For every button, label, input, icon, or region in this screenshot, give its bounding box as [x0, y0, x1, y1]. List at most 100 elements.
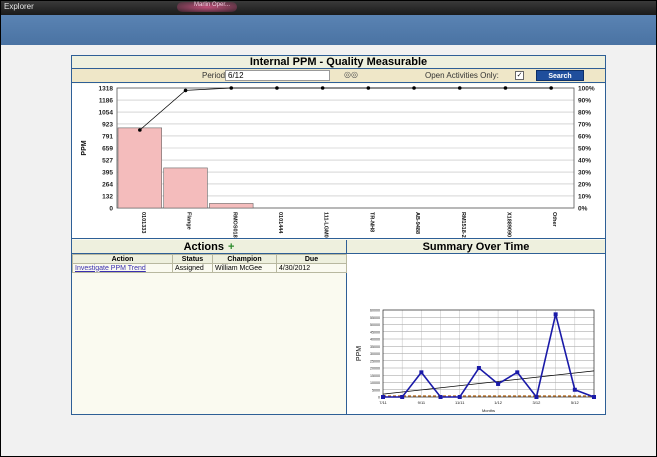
x-axis-label: Months — [482, 408, 495, 413]
series-point — [553, 312, 558, 317]
y-tick-label: 20000 — [370, 367, 380, 371]
series-point — [496, 381, 501, 386]
x-tick-label: 1/12 — [494, 400, 503, 405]
x-tick-label: 111-LGM0 — [323, 212, 329, 238]
y-tick-label: 10000 — [370, 381, 380, 385]
series-point — [400, 395, 405, 399]
cumulative-point — [503, 86, 508, 90]
y-tick-label: 55000 — [370, 316, 380, 320]
y-axis-label: PPM — [81, 140, 88, 155]
search-button[interactable]: Search — [536, 70, 584, 81]
x-tick-label: 0101444 — [277, 212, 283, 234]
action-link[interactable]: Investigate PPM Trend — [75, 265, 146, 272]
series-point — [457, 395, 462, 399]
pareto-chart: 0 132 264 395 527 659 791 923 1054 1186 1318 0% 10% 2… — [72, 84, 605, 239]
y-tick-label: 132 — [102, 193, 113, 200]
series-point — [534, 395, 539, 399]
y2-tick-label: 20% — [578, 182, 591, 189]
series-point — [438, 395, 443, 399]
y2-tick-label: 10% — [578, 194, 591, 201]
series-point — [476, 366, 481, 370]
y-tick-label: 35000 — [370, 345, 380, 349]
period-label: Period: — [202, 71, 228, 80]
table-header-row: Action Status Champion Due — [72, 254, 347, 264]
x-tick-label: RM1518-2 — [460, 212, 466, 238]
due-cell: 4/30/2012 — [276, 263, 347, 273]
series-point — [572, 387, 577, 392]
x-tick-label: 3/12 — [533, 400, 542, 405]
y-tick-label: 659 — [102, 146, 113, 153]
app-window: Explorer Marlin Oper... Internal PPM - Q… — [0, 0, 657, 457]
title-bar: Explorer Marlin Oper... — [1, 1, 656, 15]
summary-title: Summary Over Time — [347, 240, 605, 254]
x-tick-label: AB-9488 — [414, 212, 420, 234]
window-title: Explorer — [4, 2, 34, 11]
summary-chart-svg: 0 5000 10000 15000 20000 25000 30000 35000 40000… — [356, 309, 596, 413]
open-only-label: Open Activities Only: — [425, 71, 499, 80]
y-tick-label: 264 — [102, 181, 113, 188]
x-tick-label: 9/11 — [418, 400, 426, 405]
open-only-checkbox[interactable]: ✓ — [515, 71, 524, 80]
binoculars-icon[interactable]: ◎◎ — [344, 70, 358, 79]
x-tick-label: 7/11 — [379, 400, 387, 405]
col-due[interactable]: Due — [276, 254, 347, 264]
cumulative-point — [366, 86, 371, 90]
x-tick-label: 11/11 — [455, 400, 465, 405]
cumulative-point — [457, 86, 462, 90]
col-action[interactable]: Action — [72, 254, 173, 264]
series-point — [419, 370, 424, 375]
champion-cell: William McGee — [212, 263, 277, 273]
series-point — [592, 395, 596, 399]
series-line — [383, 314, 595, 399]
cumulative-point — [229, 86, 234, 90]
cumulative-point — [412, 86, 416, 90]
actions-title-bar: Actions + — [72, 240, 346, 254]
y-axis-label: PPM — [356, 346, 363, 361]
window-tab[interactable]: Marlin Oper... — [194, 2, 230, 8]
period-input[interactable]: 6/12 — [225, 70, 330, 81]
y-tick-label: 0 — [378, 396, 380, 400]
table-row: Investigate PPM Trend Assigned William M… — [72, 263, 347, 273]
y2-tick-label: 0% — [578, 206, 588, 213]
y-tick-label: 50000 — [370, 323, 380, 327]
y-tick-label: 1318 — [99, 86, 114, 93]
x-tick-label: 0101333 — [140, 212, 146, 233]
y-tick-label: 60000 — [370, 309, 380, 313]
summary-pane: Summary Over Time 0 5000 10000 15000 20000 25… — [347, 240, 605, 414]
bar — [117, 127, 163, 209]
y2-tick-label: 50% — [578, 146, 591, 153]
actions-title: Actions — [183, 241, 224, 253]
y2-tick-label: 30% — [578, 170, 591, 177]
cumulative-point — [275, 86, 279, 90]
col-champion[interactable]: Champion — [212, 254, 277, 264]
y-tick-label: 45000 — [370, 330, 380, 334]
y2-tick-label: 80% — [578, 110, 591, 117]
y2-tick-label: 100% — [578, 86, 595, 93]
status-cell: Assigned — [172, 263, 213, 273]
y-tick-label: 1186 — [99, 98, 113, 105]
y2-tick-label: 90% — [578, 98, 591, 105]
y2-tick-label: 40% — [578, 158, 591, 165]
y2-tick-label: 70% — [578, 122, 591, 129]
panel-title: Internal PPM - Quality Measurable — [72, 56, 605, 69]
action-cell[interactable]: Investigate PPM Trend — [72, 263, 173, 273]
series-point — [515, 370, 520, 375]
y-tick-label: 923 — [102, 121, 113, 128]
x-tick-label: RMOS018 — [231, 212, 237, 238]
y-tick-label: 40000 — [370, 338, 380, 342]
y-tick-label: 791 — [102, 133, 113, 140]
cumulative-point — [183, 88, 188, 93]
y-tick-label: 25000 — [370, 359, 380, 363]
y-tick-label: 395 — [102, 170, 113, 177]
cumulative-point — [549, 86, 553, 90]
actions-pane: Actions + Action Status Champion Due Inve… — [72, 240, 347, 414]
series-point — [381, 395, 385, 399]
header-band — [1, 15, 656, 45]
x-tick-label: Other — [551, 212, 557, 228]
cumulative-point — [320, 86, 325, 90]
y-tick-label: 5000 — [372, 388, 380, 392]
col-status[interactable]: Status — [172, 254, 213, 264]
y-tick-label: 15000 — [370, 374, 380, 378]
add-action-icon[interactable]: + — [228, 241, 234, 253]
x-tick-label: TR-NH8 — [368, 212, 374, 232]
